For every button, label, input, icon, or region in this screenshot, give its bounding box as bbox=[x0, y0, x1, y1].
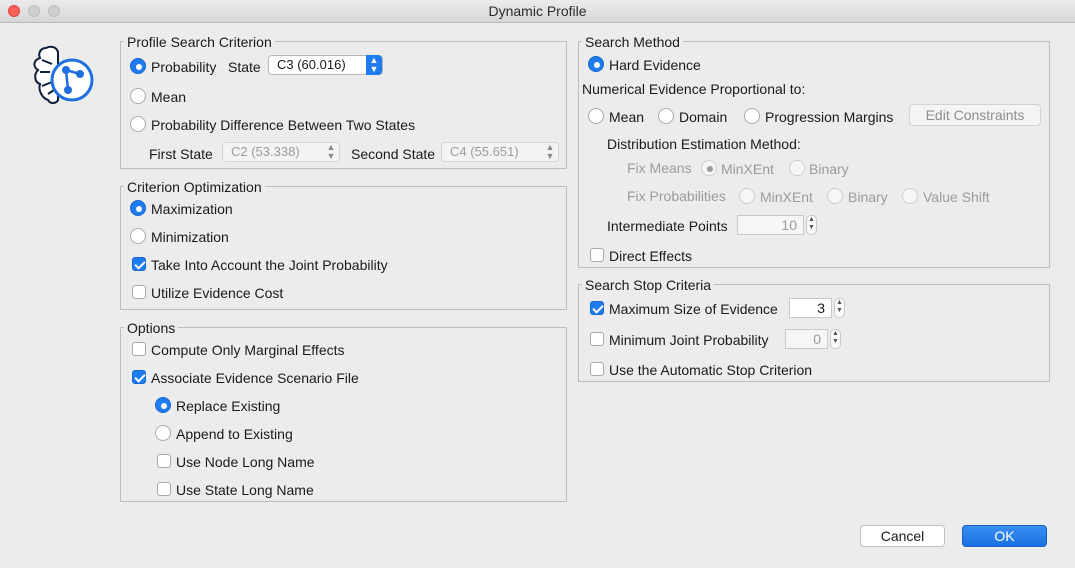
state-label: State bbox=[228, 59, 261, 75]
first-state-value: C2 (53.338) bbox=[231, 144, 300, 159]
select-stepper-icon: ▲ ▼ bbox=[366, 55, 382, 75]
second-state-label: Second State bbox=[351, 146, 436, 162]
replace-existing-label: Replace Existing bbox=[176, 398, 281, 414]
max-size-evidence-checkbox[interactable] bbox=[590, 301, 604, 315]
min-joint-probability-checkbox[interactable] bbox=[590, 332, 604, 346]
title-bar: Dynamic Profile bbox=[0, 0, 1075, 23]
state-select-value: C3 (60.016) bbox=[277, 57, 346, 72]
first-state-select[interactable]: C2 (53.338) ▲ ▼ bbox=[222, 142, 340, 162]
progression-margins-radio[interactable] bbox=[744, 108, 760, 124]
direct-effects-checkbox[interactable] bbox=[590, 248, 604, 262]
probability-difference-radio[interactable] bbox=[130, 116, 146, 132]
fix-means-minxent-radio[interactable] bbox=[701, 160, 717, 176]
second-state-value: C4 (55.651) bbox=[450, 144, 519, 159]
search-method-title: Search Method bbox=[582, 34, 683, 50]
min-joint-probability-stepper[interactable]: ▲ ▼ bbox=[830, 329, 841, 349]
value-shift-radio[interactable] bbox=[902, 188, 918, 204]
probability-difference-label: Probability Difference Between Two State… bbox=[151, 117, 416, 133]
second-state-select[interactable]: C4 (55.651) ▲ ▼ bbox=[441, 142, 559, 162]
joint-probability-label: Take Into Account the Joint Probability bbox=[151, 257, 388, 273]
minimization-label: Minimization bbox=[151, 229, 229, 245]
state-long-name-label: Use State Long Name bbox=[176, 482, 314, 498]
scenario-file-checkbox[interactable] bbox=[132, 370, 146, 384]
intermediate-points-stepper[interactable]: ▲ ▼ bbox=[806, 215, 817, 235]
node-long-name-label: Use Node Long Name bbox=[176, 454, 315, 470]
options-title: Options bbox=[124, 320, 179, 336]
edit-constraints-button[interactable]: Edit Constraints bbox=[909, 104, 1041, 126]
automatic-stop-checkbox[interactable] bbox=[590, 362, 604, 376]
fix-means-binary-radio[interactable] bbox=[789, 160, 805, 176]
replace-existing-radio[interactable] bbox=[155, 397, 171, 413]
ok-button[interactable]: OK bbox=[962, 525, 1047, 547]
marginal-effects-label: Compute Only Marginal Effects bbox=[151, 342, 345, 358]
cancel-button[interactable]: Cancel bbox=[860, 525, 945, 547]
append-existing-label: Append to Existing bbox=[176, 426, 293, 442]
min-joint-probability-label: Minimum Joint Probability bbox=[609, 332, 769, 348]
fix-prob-binary-radio[interactable] bbox=[827, 188, 843, 204]
evidence-cost-checkbox[interactable] bbox=[132, 285, 146, 299]
select-stepper-icon: ▲ ▼ bbox=[326, 142, 336, 161]
hard-evidence-radio[interactable] bbox=[588, 56, 604, 72]
fix-prob-minxent-radio[interactable] bbox=[739, 188, 755, 204]
first-state-label: First State bbox=[149, 146, 213, 162]
maximization-label: Maximization bbox=[151, 201, 233, 217]
probability-label: Probability bbox=[151, 59, 217, 75]
state-long-name-checkbox[interactable] bbox=[157, 482, 171, 496]
profile-search-criterion-title: Profile Search Criterion bbox=[124, 34, 275, 50]
evidence-cost-label: Utilize Evidence Cost bbox=[151, 285, 284, 301]
fix-means-label: Fix Means bbox=[627, 160, 692, 176]
state-select[interactable]: C3 (60.016) ▲ ▼ bbox=[268, 55, 383, 75]
minimization-radio[interactable] bbox=[130, 228, 146, 244]
marginal-effects-checkbox[interactable] bbox=[132, 342, 146, 356]
maximization-radio[interactable] bbox=[130, 200, 146, 216]
automatic-stop-label: Use the Automatic Stop Criterion bbox=[609, 362, 813, 378]
bayesian-network-icon bbox=[28, 42, 96, 108]
node-long-name-checkbox[interactable] bbox=[157, 454, 171, 468]
window-title: Dynamic Profile bbox=[488, 3, 587, 19]
numerical-mean-radio[interactable] bbox=[588, 108, 604, 124]
min-joint-probability-field[interactable]: 0 bbox=[785, 329, 828, 349]
intermediate-points-label: Intermediate Points bbox=[607, 218, 728, 234]
mean-label: Mean bbox=[151, 89, 187, 105]
max-size-evidence-field[interactable]: 3 bbox=[789, 298, 832, 318]
search-stop-criteria-title: Search Stop Criteria bbox=[582, 277, 715, 293]
value-shift-label: Value Shift bbox=[923, 189, 990, 205]
criterion-optimization-title: Criterion Optimization bbox=[124, 179, 265, 195]
fix-means-binary-label: Binary bbox=[809, 161, 849, 177]
max-size-evidence-stepper[interactable]: ▲ ▼ bbox=[834, 298, 845, 318]
numerical-mean-label: Mean bbox=[609, 109, 645, 125]
fix-probabilities-label: Fix Probabilities bbox=[627, 188, 726, 204]
progression-margins-label: Progression Margins bbox=[765, 109, 894, 125]
mean-radio[interactable] bbox=[130, 88, 146, 104]
max-size-evidence-label: Maximum Size of Evidence bbox=[609, 301, 778, 317]
hard-evidence-label: Hard Evidence bbox=[609, 57, 701, 73]
probability-radio[interactable] bbox=[130, 58, 146, 74]
append-existing-radio[interactable] bbox=[155, 425, 171, 441]
scenario-file-label: Associate Evidence Scenario File bbox=[151, 370, 359, 386]
domain-label: Domain bbox=[679, 109, 728, 125]
direct-effects-label: Direct Effects bbox=[609, 248, 692, 264]
intermediate-points-field[interactable]: 10 bbox=[737, 215, 804, 235]
fix-prob-binary-label: Binary bbox=[848, 189, 888, 205]
numerical-evidence-label: Numerical Evidence Proportional to: bbox=[582, 81, 806, 97]
domain-radio[interactable] bbox=[658, 108, 674, 124]
joint-probability-checkbox[interactable] bbox=[132, 257, 146, 271]
distribution-method-label: Distribution Estimation Method: bbox=[607, 136, 801, 152]
fix-prob-minxent-label: MinXEnt bbox=[760, 189, 813, 205]
fix-means-minxent-label: MinXEnt bbox=[721, 161, 774, 177]
select-stepper-icon: ▲ ▼ bbox=[545, 142, 555, 161]
